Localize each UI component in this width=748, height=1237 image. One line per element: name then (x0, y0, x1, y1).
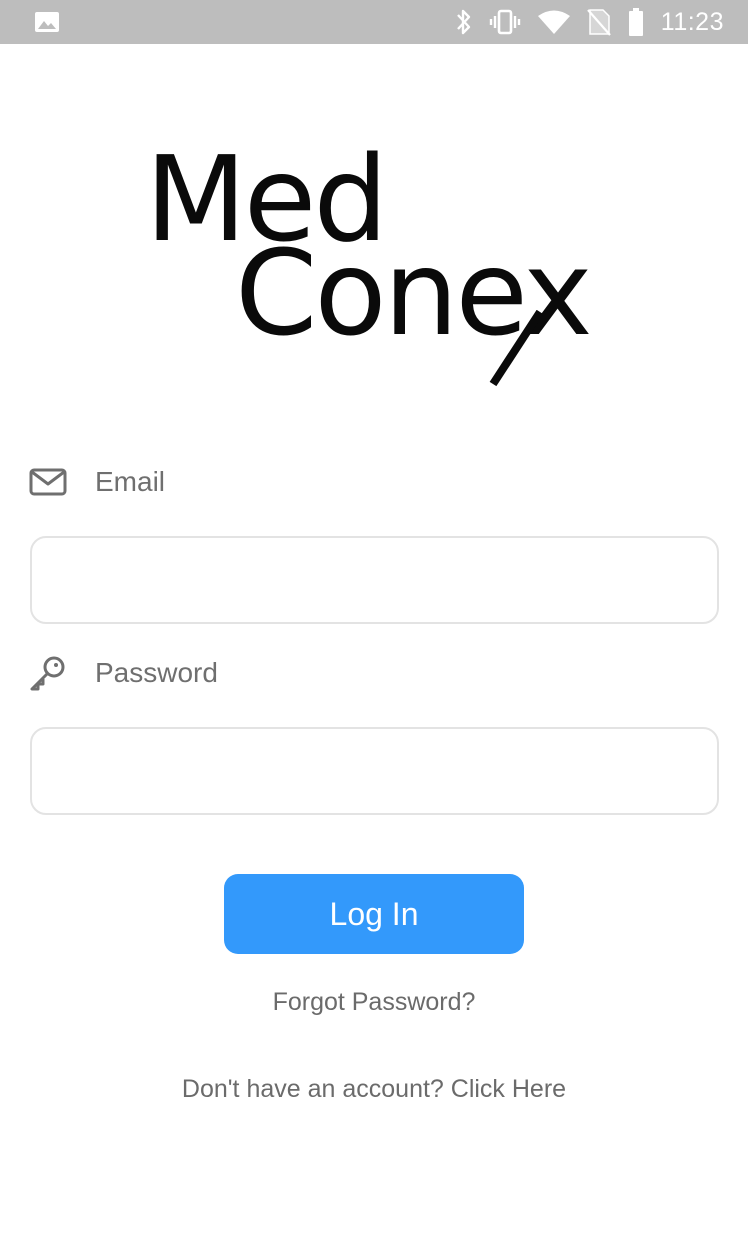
logo-slash-mark (489, 310, 544, 387)
password-field[interactable] (30, 727, 719, 815)
wifi-icon (537, 9, 571, 35)
login-screen: 11:23 Med Conex Email Password Log In Fo… (0, 0, 748, 1237)
no-sim-icon (586, 8, 611, 36)
email-label: Email (95, 466, 166, 497)
password-label: Password (95, 657, 218, 688)
key-icon (28, 655, 68, 691)
image-icon (34, 11, 60, 33)
email-field[interactable] (30, 536, 719, 624)
bluetooth-icon (455, 8, 473, 36)
vibrate-icon (489, 8, 521, 36)
status-time: 11:23 (660, 7, 724, 36)
envelope-icon (28, 464, 68, 500)
medconex-logo: Med Conex (145, 140, 605, 390)
signup-link[interactable]: Don't have an account? Click Here (0, 1075, 748, 1104)
status-bar: 11:23 (0, 0, 748, 44)
forgot-password-link[interactable]: Forgot Password? (0, 988, 748, 1017)
email-label-row: Email (28, 464, 165, 500)
login-button[interactable]: Log In (224, 874, 524, 954)
password-label-row: Password (28, 655, 218, 691)
battery-icon (627, 7, 645, 37)
